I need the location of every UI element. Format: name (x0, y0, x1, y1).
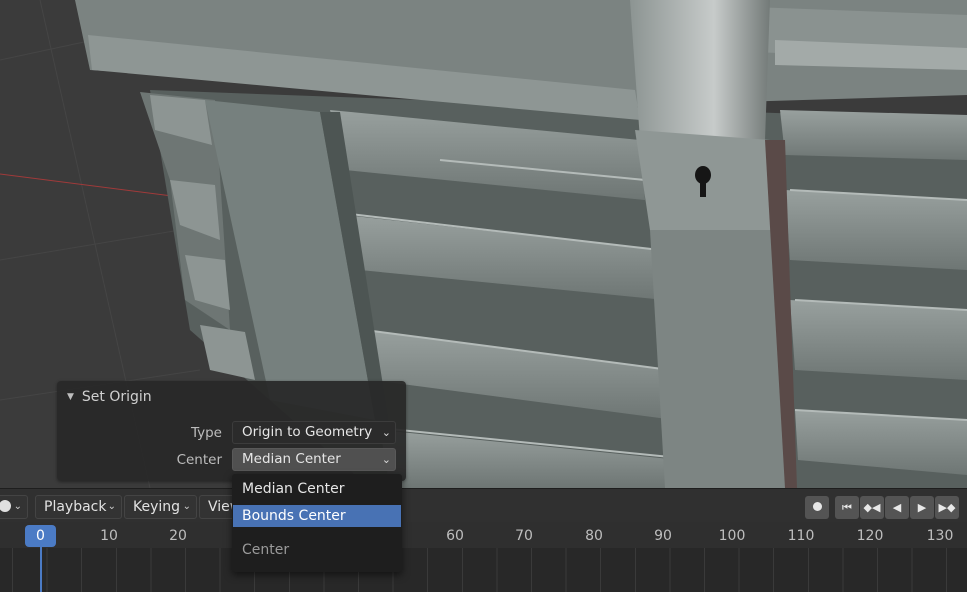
timeline-header: ⌄ Playback ⌄ Keying ⌄ View ⏮ ◆◀ ◀ ▶ ▶◆ (0, 488, 967, 523)
menu-item-label: Median Center (242, 481, 345, 497)
chevron-down-icon: ⌄ (381, 426, 391, 439)
prev-keyframe-icon: ◆◀ (863, 501, 881, 514)
next-keyframe-button[interactable]: ▶◆ (935, 496, 959, 519)
frame-tick: 80 (585, 528, 603, 544)
next-keyframe-icon: ▶◆ (938, 501, 956, 514)
center-label: Center (176, 452, 222, 468)
frame-tick: 110 (787, 528, 815, 544)
center-dropdown-menu: Median Center Bounds Center Center (232, 474, 402, 572)
menu-item-bounds-center[interactable]: Bounds Center (233, 505, 401, 527)
frame-tick: 100 (718, 528, 746, 544)
chevron-down-icon: ⌄ (381, 453, 391, 466)
frame-tick: 90 (654, 528, 672, 544)
collapse-triangle-icon[interactable]: ▼ (67, 392, 74, 402)
keying-label: Keying (133, 499, 181, 515)
keying-menu[interactable]: Keying ⌄ (124, 495, 197, 519)
frame-tick: 70 (515, 528, 533, 544)
timeline-body[interactable] (0, 548, 967, 592)
frame-tick: 130 (926, 528, 954, 544)
set-origin-panel: ▼ Set Origin Type Origin to Geometry ⌄ C… (57, 381, 406, 481)
chevron-down-icon: ⌄ (107, 501, 116, 512)
type-label: Type (190, 425, 222, 441)
frame-tick: 60 (446, 528, 464, 544)
menu-heading: Center (242, 542, 290, 558)
menu-item-label: Bounds Center (242, 508, 346, 524)
record-button[interactable] (805, 496, 829, 519)
play-reverse-icon: ◀ (892, 501, 902, 514)
playhead[interactable] (40, 547, 42, 592)
clock-icon (0, 500, 11, 512)
play-icon: ▶ (917, 501, 927, 514)
prev-keyframe-button[interactable]: ◆◀ (860, 496, 884, 519)
chevron-down-icon: ⌄ (13, 501, 22, 512)
frame-tick: 20 (169, 528, 187, 544)
jump-start-button[interactable]: ⏮ (835, 496, 859, 519)
playback-menu[interactable]: Playback ⌄ (35, 495, 122, 519)
play-button[interactable]: ▶ (910, 496, 934, 519)
record-icon (812, 502, 822, 511)
set-origin-header[interactable]: ▼ Set Origin (67, 387, 152, 407)
current-frame-indicator[interactable]: 0 (25, 525, 56, 547)
type-select-value: Origin to Geometry (242, 424, 373, 440)
play-reverse-button[interactable]: ◀ (885, 496, 909, 519)
menu-item-median-center[interactable]: Median Center (233, 478, 401, 500)
center-select-value: Median Center (242, 451, 341, 467)
frame-tick: 120 (856, 528, 884, 544)
editor-type-button[interactable]: ⌄ (0, 495, 28, 519)
chevron-down-icon: ⌄ (182, 501, 191, 512)
type-select[interactable]: Origin to Geometry ⌄ (232, 421, 396, 444)
frame-tick: 10 (100, 528, 118, 544)
center-select[interactable]: Median Center ⌄ (232, 448, 396, 471)
playback-label: Playback (44, 499, 107, 515)
frame-ruler[interactable]: 10 20 60 70 80 90 100 110 120 130 (0, 522, 967, 548)
jump-start-icon: ⏮ (842, 501, 852, 514)
panel-title: Set Origin (81, 389, 152, 405)
